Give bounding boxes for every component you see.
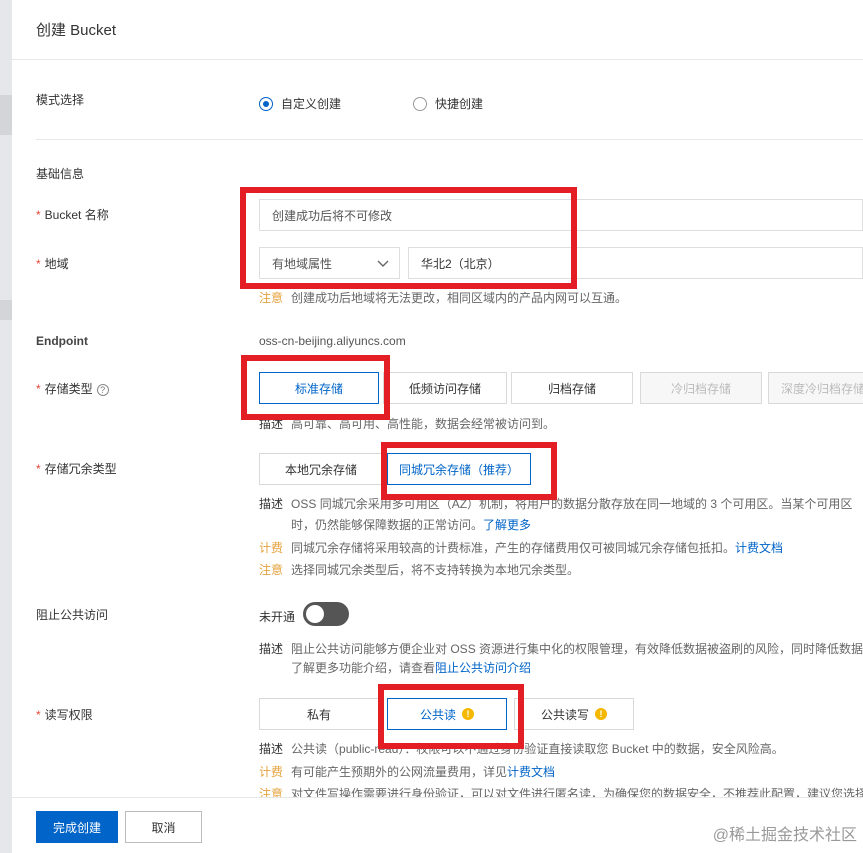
redundancy-label: * 存储冗余类型 xyxy=(36,460,117,477)
radio-quick-create[interactable]: 快捷创建 xyxy=(413,95,483,112)
block-public-intro-link[interactable]: 阻止公共访问介绍 xyxy=(435,661,531,675)
storage-cold-archive-button[interactable]: 冷归档存储 xyxy=(640,372,762,404)
acl-fee: 计费 有可能产生预期外的公网流量费用，详见计费文档 xyxy=(259,763,555,780)
endpoint-value: oss-cn-beijing.aliyuncs.com xyxy=(259,334,406,348)
cancel-button[interactable]: 取消 xyxy=(125,811,202,843)
help-icon[interactable]: ? xyxy=(96,384,109,396)
acl-public-read-write-label: 公共读写 xyxy=(540,707,589,722)
acl-desc-text: 公共读（public-read）：权限可以不通过身份验证直接读取您 Bucket… xyxy=(291,742,784,756)
storage-class-desc-text: 高可靠、高可用、高性能，数据会经常被访问到。 xyxy=(291,417,556,431)
note-tag: 注意 xyxy=(259,563,284,577)
redundancy-fee: 计费 同城冗余存储将采用较高的计费标准，产生的存储费用仅可被同城冗余存储包抵扣。计… xyxy=(259,539,783,556)
block-public-desc-cont: 了解更多功能介绍，请查看阻止公共访问介绍 xyxy=(291,659,531,676)
acl-fee-doc-link[interactable]: 计费文档 xyxy=(507,765,555,779)
storage-standard-button[interactable]: 标准存储 xyxy=(259,372,379,404)
redundancy-desc-line2: 时，仍然能够保障数据的正常访问。 xyxy=(291,518,484,532)
block-public-desc-line2: 了解更多功能介绍，请查看 xyxy=(291,661,436,675)
fee-doc-link[interactable]: 计费文档 xyxy=(735,541,783,555)
warning-icon: ! xyxy=(595,708,607,720)
create-bucket-dialog: 创建 Bucket 模式选择 自定义创建 快捷创建 基础信息 * Bucket 名… xyxy=(12,0,863,853)
acl-fee-text: 有可能产生预期外的公网流量费用，详见 xyxy=(291,765,508,779)
confirm-create-button[interactable]: 完成创建 xyxy=(36,811,118,843)
storage-deep-cold-archive-button[interactable]: 深度冷归档存储 xyxy=(768,372,863,404)
redundancy-label-text: 存储冗余类型 xyxy=(44,462,117,476)
note-tag: 注意 xyxy=(259,291,284,305)
required-mark: * xyxy=(36,708,41,722)
block-public-label: 阻止公共访问 xyxy=(36,608,109,622)
redundancy-lrs-button[interactable]: 本地冗余存储 xyxy=(259,453,383,485)
block-public-toggle[interactable] xyxy=(303,602,349,626)
storage-archive-button[interactable]: 归档存储 xyxy=(511,372,633,404)
acl-note: 注意 对文件写操作需要进行身份验证，可以对文件进行匿名读，为确保您的数据安全，不推… xyxy=(259,785,863,797)
acl-public-read-write-button[interactable]: 公共读写! xyxy=(514,698,634,730)
redundancy-zrs-button[interactable]: 同城冗余存储（推荐） xyxy=(387,453,531,485)
region-value: 华北2（北京） xyxy=(421,256,500,271)
region-note: 注意 创建成功后地域将无法更改，相同区域内的产品内网可以互通。 xyxy=(259,289,627,306)
background-strip-block xyxy=(0,300,12,320)
dialog-body: 模式选择 自定义创建 快捷创建 基础信息 * Bucket 名称 创建成功后将不可… xyxy=(12,61,863,797)
radio-custom-create-label: 自定义创建 xyxy=(281,97,342,111)
redundancy-note: 注意 选择同城冗余类型后，将不支持转换为本地冗余类型。 xyxy=(259,561,579,578)
bucket-name-label: * Bucket 名称 xyxy=(36,206,109,223)
acl-private-button[interactable]: 私有 xyxy=(259,698,379,730)
acl-public-read-label: 公共读 xyxy=(419,707,456,722)
section-divider xyxy=(36,139,863,140)
chevron-down-icon xyxy=(377,260,389,267)
background-page-strip xyxy=(0,0,12,853)
learn-more-link[interactable]: 了解更多 xyxy=(483,518,531,532)
acl-label: * 读写权限 xyxy=(36,706,93,723)
redundancy-desc-cont: 时，仍然能够保障数据的正常访问。了解更多 xyxy=(291,516,531,533)
required-mark: * xyxy=(36,208,41,222)
acl-public-read-button[interactable]: 公共读! xyxy=(387,698,507,730)
radio-unselected-icon xyxy=(413,96,427,111)
mode-label: 模式选择 xyxy=(36,93,85,107)
redundancy-desc-line1: OSS 同城冗余采用多可用区（AZ）机制，将用户的数据分散存放在同一地域的 3 … xyxy=(291,497,853,511)
region-type-value: 有地域属性 xyxy=(272,256,333,271)
redundancy-note-text: 选择同城冗余类型后，将不支持转换为本地冗余类型。 xyxy=(291,563,580,577)
dialog-title: 创建 Bucket xyxy=(36,22,117,39)
basic-info-heading: 基础信息 xyxy=(36,167,85,181)
watermark: @稀土掘金技术社区 xyxy=(712,827,857,844)
radio-selected-icon xyxy=(259,96,273,111)
desc-tag: 描述 xyxy=(259,642,284,656)
region-note-text: 创建成功后地域将无法更改，相同区域内的产品内网可以互通。 xyxy=(291,291,628,305)
block-public-status: 未开通 xyxy=(259,610,296,624)
region-select[interactable]: 华北2（北京） xyxy=(408,247,863,279)
storage-class-label: * 存储类型? xyxy=(36,380,109,397)
bucket-name-input[interactable]: 创建成功后将不可修改 xyxy=(259,199,863,231)
dialog-header: 创建 Bucket xyxy=(12,0,863,60)
region-label: * 地域 xyxy=(36,255,69,272)
radio-quick-create-label: 快捷创建 xyxy=(435,97,484,111)
acl-desc: 描述 公共读（public-read）：权限可以不通过身份验证直接读取您 Buck… xyxy=(259,740,784,757)
desc-tag: 描述 xyxy=(259,742,284,756)
bucket-name-label-text: Bucket 名称 xyxy=(44,208,109,222)
redundancy-fee-text: 同城冗余存储将采用较高的计费标准，产生的存储费用仅可被同城冗余存储包抵扣。 xyxy=(291,541,736,555)
block-public-desc-line1: 阻止公共访问能够方便企业对 OSS 资源进行集中化的权限管理，有效降低数据被盗刷… xyxy=(291,642,863,656)
desc-tag: 描述 xyxy=(259,497,284,511)
storage-ia-button[interactable]: 低频访问存储 xyxy=(383,372,507,404)
redundancy-desc: 描述 OSS 同城冗余采用多可用区（AZ）机制，将用户的数据分散存放在同一地域的 … xyxy=(259,495,852,512)
required-mark: * xyxy=(36,257,41,271)
warning-icon: ! xyxy=(462,708,474,720)
acl-label-text: 读写权限 xyxy=(44,708,93,722)
storage-class-label-text: 存储类型 xyxy=(44,382,93,396)
region-type-select[interactable]: 有地域属性 xyxy=(259,247,400,279)
block-public-desc: 描述 阻止公共访问能够方便企业对 OSS 资源进行集中化的权限管理，有效降低数据被… xyxy=(259,640,863,657)
fee-tag: 计费 xyxy=(259,541,284,555)
bucket-name-placeholder: 创建成功后将不可修改 xyxy=(272,208,393,223)
required-mark: * xyxy=(36,462,41,476)
desc-tag: 描述 xyxy=(259,417,284,431)
background-strip-block xyxy=(0,95,12,135)
acl-note-text: 对文件写操作需要进行身份验证，可以对文件进行匿名读，为确保您的数据安全，不推荐此… xyxy=(291,787,863,797)
radio-custom-create[interactable]: 自定义创建 xyxy=(259,95,341,112)
dialog-footer: 完成创建 取消 @稀土掘金技术社区 xyxy=(12,797,863,853)
endpoint-label: Endpoint xyxy=(36,334,88,348)
region-label-text: 地域 xyxy=(44,257,69,271)
storage-class-desc: 描述 高可靠、高可用、高性能，数据会经常被访问到。 xyxy=(259,415,555,432)
required-mark: * xyxy=(36,382,41,396)
note-tag: 注意 xyxy=(259,787,284,797)
fee-tag: 计费 xyxy=(259,765,284,779)
